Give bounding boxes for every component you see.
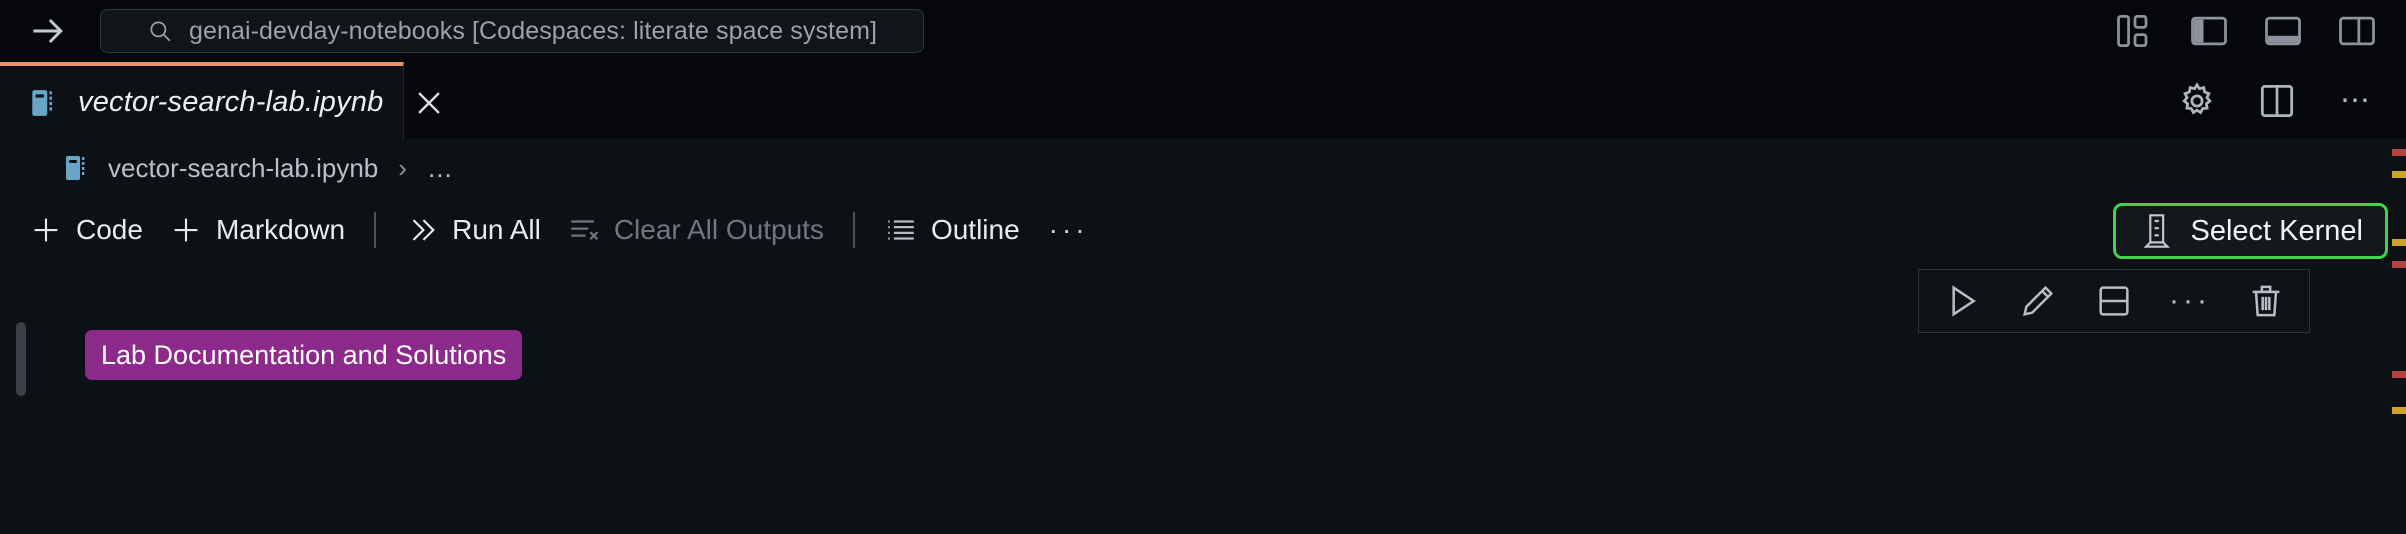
pencil-icon (2023, 285, 2054, 316)
run-all-button[interactable]: Run All (392, 197, 554, 263)
toggle-secondary-sidebar-button[interactable] (2330, 4, 2384, 58)
ruler-mark (2392, 239, 2406, 246)
clear-all-outputs-button[interactable]: Clear All Outputs (554, 197, 837, 263)
ruler-mark (2392, 407, 2406, 414)
title-bar: genai-devday-notebooks [Codespaces: lite… (0, 0, 2406, 62)
more-actions-icon: ··· (2169, 284, 2211, 317)
plus-icon (174, 218, 198, 242)
markdown-cell-text: Lab Documentation and Solutions (101, 339, 507, 370)
run-all-label: Run All (452, 214, 541, 245)
trash-icon (2252, 285, 2280, 317)
ruler-mark (2392, 149, 2406, 156)
breadcrumb-file[interactable]: vector-search-lab.ipynb (108, 153, 378, 184)
tab-vector-search-lab[interactable]: vector-search-lab.ipynb (0, 62, 440, 139)
ruler-mark (2392, 171, 2406, 178)
breadcrumb-ellipsis[interactable]: … (427, 153, 453, 184)
add-markdown-cell-button[interactable]: Markdown (156, 197, 358, 263)
toggle-primary-sidebar-button[interactable] (2182, 4, 2236, 58)
play-icon (1952, 285, 1976, 317)
arrow-right-icon (33, 18, 63, 44)
plus-icon (34, 218, 58, 242)
select-kernel-label: Select Kernel (2190, 214, 2364, 247)
toolbar-more-button[interactable]: ··· (1033, 214, 1105, 246)
toggle-secondary-sidebar-icon (2339, 16, 2375, 46)
notebook-editor: vector-search-lab.ipynb › … Code Markdow… (0, 139, 2406, 534)
cell-focus-indicator (16, 322, 26, 396)
add-code-cell-label: Code (76, 214, 143, 245)
notebook-icon (66, 156, 85, 180)
run-all-icon (412, 219, 435, 241)
cell-more-actions-button[interactable]: ··· (2163, 274, 2217, 328)
gear-icon (2182, 81, 2212, 115)
toggle-panel-button[interactable] (2256, 4, 2310, 58)
navigation-forward-button[interactable] (0, 0, 96, 62)
layout-controls (2108, 0, 2384, 62)
customize-layout-button[interactable] (2108, 4, 2162, 58)
overview-ruler[interactable] (2392, 139, 2406, 534)
clear-all-outputs-label: Clear All Outputs (613, 214, 824, 245)
run-cell-button[interactable] (1935, 274, 1989, 328)
kernel-icon (2142, 214, 2170, 248)
toolbar-divider (852, 212, 855, 248)
toggle-primary-sidebar-icon (2191, 16, 2227, 46)
customize-layout-icon (2117, 14, 2148, 48)
ruler-mark (2392, 261, 2406, 268)
select-kernel-button[interactable]: Select Kernel (2112, 203, 2388, 259)
outline-button[interactable]: Outline (871, 197, 1033, 263)
clear-outputs-icon (571, 220, 599, 241)
command-center-search[interactable]: genai-devday-notebooks [Codespaces: lite… (100, 9, 924, 53)
more-actions-icon: ⋯ (2340, 84, 2374, 117)
edit-cell-button[interactable] (2011, 274, 2065, 328)
add-markdown-cell-label: Markdown (215, 214, 346, 245)
tab-label: vector-search-lab.ipynb (78, 86, 384, 118)
split-cell-icon (2099, 286, 2129, 316)
ruler-mark (2392, 371, 2406, 378)
add-code-cell-button[interactable]: Code (16, 197, 156, 263)
editor-more-actions-button[interactable]: ⋯ (2332, 76, 2382, 126)
search-input-value: genai-devday-notebooks [Codespaces: lite… (188, 16, 878, 45)
notebook-toolbar: Code Markdown Run All Clear All Outputs (0, 197, 2406, 263)
delete-cell-button[interactable] (2239, 274, 2293, 328)
split-editor-icon (2260, 84, 2294, 117)
notebook-icon (32, 89, 52, 116)
toggle-panel-icon (2265, 16, 2301, 46)
toolbar-divider (374, 212, 377, 248)
notebook-settings-button[interactable] (2172, 76, 2222, 126)
editor-actions: ⋯ (2172, 62, 2382, 139)
outline-label: Outline (930, 214, 1020, 245)
outline-icon (888, 220, 914, 240)
markdown-cell-badge[interactable]: Lab Documentation and Solutions (85, 330, 523, 380)
breadcrumb[interactable]: vector-search-lab.ipynb › … (0, 139, 2406, 197)
breadcrumb-separator: › (398, 152, 407, 183)
cell-hover-toolbar: ··· (1918, 269, 2310, 333)
editor-tab-bar: vector-search-lab.ipynb ⋯ (0, 62, 2406, 139)
close-icon[interactable] (412, 86, 446, 120)
search-icon (150, 21, 171, 42)
split-cell-button[interactable] (2087, 274, 2141, 328)
split-editor-button[interactable] (2252, 76, 2302, 126)
